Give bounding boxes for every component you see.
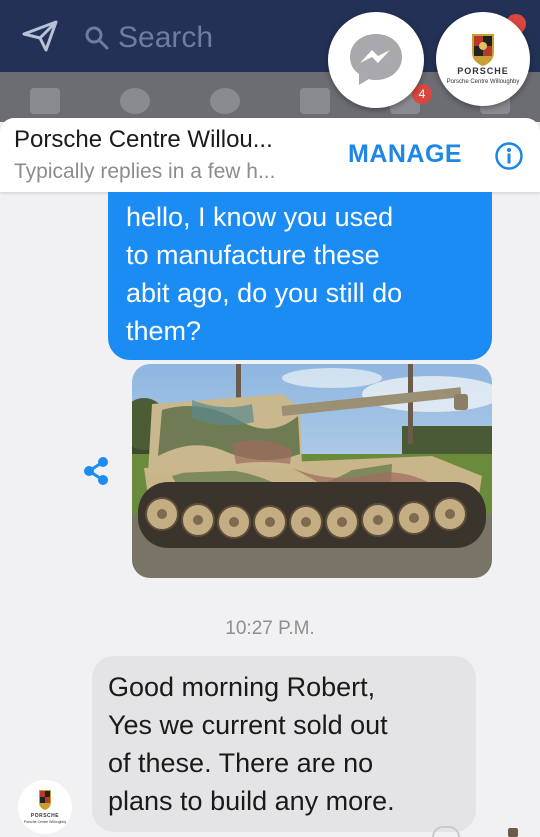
search-bar[interactable]: Search — [84, 18, 344, 58]
page-title[interactable]: Porsche Centre Willou... — [14, 126, 273, 154]
friends-icon[interactable] — [210, 88, 240, 114]
message-line: them? — [126, 316, 202, 346]
message-line: abit ago, do you still do — [126, 278, 403, 308]
outgoing-message-bubble[interactable]: hello, I know you used to manufacture th… — [108, 192, 492, 360]
porsche-subtitle: Porsche Centre Willoughby — [23, 820, 67, 824]
messenger-icon — [350, 34, 402, 85]
tank-illustration — [132, 364, 492, 578]
message-timestamp: 10:27 P.M. — [225, 618, 315, 639]
composer-icon[interactable] — [432, 826, 460, 837]
porsche-chat-head[interactable]: PORSCHE Porsche Centre Willoughby — [436, 12, 530, 106]
message-line: Good morning Robert, — [108, 672, 376, 702]
message-line: to manufacture these — [126, 240, 380, 270]
search-input[interactable]: Search — [118, 21, 213, 55]
conversation-header: Porsche Centre Willou... Typically repli… — [0, 118, 540, 192]
messenger-chat-head[interactable] — [328, 12, 424, 108]
porsche-wordmark: PORSCHE — [457, 66, 509, 76]
share-icon[interactable] — [82, 456, 110, 486]
porsche-subtitle: Porsche Centre Willoughby — [446, 79, 520, 85]
porsche-wordmark: PORSCHE — [30, 813, 60, 819]
paper-plane-icon[interactable] — [22, 20, 58, 52]
message-line: plans to build any more. — [108, 786, 395, 816]
message-line: hello, I know you used — [126, 202, 394, 232]
manage-button[interactable]: MANAGE — [348, 140, 462, 169]
porsche-crest-icon — [472, 34, 494, 66]
groups-icon[interactable] — [120, 88, 150, 114]
search-icon — [85, 26, 109, 50]
news-feed-icon[interactable] — [30, 88, 60, 114]
reply-time-status: Typically replies in a few h... — [14, 160, 276, 183]
incoming-message-bubble[interactable]: Good morning Robert, Yes we current sold… — [92, 656, 476, 832]
marketplace-icon[interactable] — [300, 88, 330, 114]
porsche-crest-icon — [39, 790, 51, 810]
message-line: of these. There are no — [108, 748, 374, 778]
tank-photo[interactable] — [132, 364, 492, 578]
info-icon[interactable] — [494, 141, 524, 171]
avatar[interactable]: PORSCHE Porsche Centre Willoughby — [18, 780, 72, 834]
message-line: Yes we current sold out — [108, 710, 388, 740]
read-receipt-avatar — [508, 828, 518, 837]
